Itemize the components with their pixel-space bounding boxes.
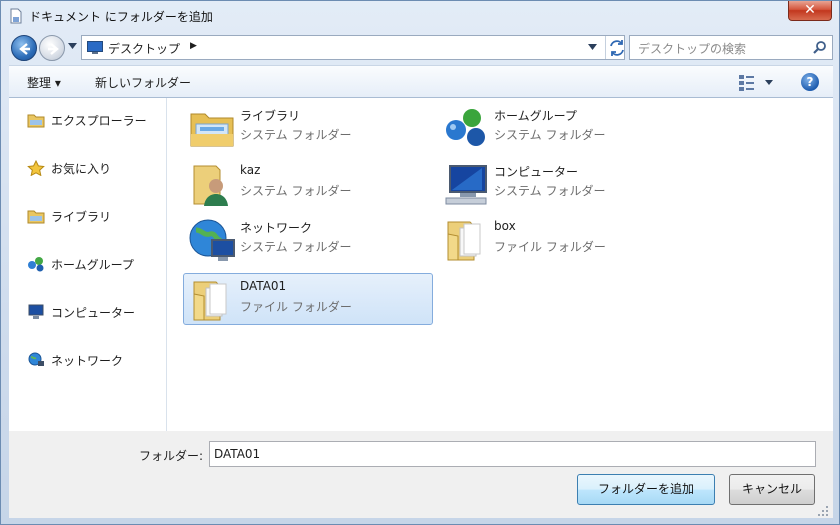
- content-area: エクスプローラー お気に入り ライブラリ ホームグループ コンピューター ネット…: [9, 98, 833, 431]
- file-name: ネットワーク: [240, 221, 313, 235]
- navigation-bar: デスクトップ ▶ デスクトップの検索: [7, 34, 833, 61]
- sidebar-item-label: ホームグループ: [51, 257, 134, 272]
- help-button[interactable]: ?: [801, 73, 819, 91]
- folder-icon: [193, 281, 227, 321]
- file-type: システム フォルダー: [240, 128, 352, 142]
- sidebar-item-favorites[interactable]: お気に入り: [27, 157, 111, 179]
- sidebar-item-homegroup[interactable]: ホームグループ: [27, 253, 134, 275]
- file-type: ファイル フォルダー: [494, 240, 606, 254]
- address-bar[interactable]: デスクトップ ▶: [81, 35, 625, 60]
- folder-icon: [447, 221, 481, 261]
- file-name: ライブラリ: [240, 109, 301, 123]
- folder-field-label: フォルダー:: [139, 449, 204, 463]
- file-type: システム フォルダー: [240, 184, 352, 198]
- file-item-kaz[interactable]: kaz システム フォルダー: [183, 157, 433, 209]
- file-item-box[interactable]: box ファイル フォルダー: [437, 213, 687, 265]
- network-icon: [28, 352, 44, 366]
- network-icon: [189, 219, 235, 261]
- address-dropdown-icon[interactable]: [588, 44, 597, 50]
- file-list: ライブラリ システム フォルダー ホームグループ システム フォルダー kaz …: [169, 98, 833, 431]
- history-dropdown-icon[interactable]: [68, 43, 77, 49]
- organize-button[interactable]: 整理 ▾: [27, 74, 61, 91]
- forward-button[interactable]: [39, 35, 65, 61]
- bottom-panel: フォルダー: フォルダーを追加 キャンセル: [9, 431, 833, 518]
- file-name: DATA01: [240, 279, 287, 293]
- view-list-icon: [739, 75, 773, 91]
- close-button[interactable]: ✕: [788, 1, 832, 21]
- add-folder-dialog: ドキュメント にフォルダーを追加 ✕ デスクトップ ▶ デスクトップの検索 整理…: [0, 0, 840, 525]
- sidebar-item-libraries[interactable]: ライブラリ: [27, 205, 111, 227]
- desktop-icon: [87, 41, 103, 54]
- back-button[interactable]: [11, 35, 37, 61]
- search-icon[interactable]: [812, 40, 827, 55]
- file-name: ホームグループ: [494, 109, 577, 123]
- homegroup-icon: [28, 257, 44, 272]
- back-arrow-icon: [19, 43, 30, 55]
- refresh-button[interactable]: [605, 36, 625, 59]
- file-type: システム フォルダー: [494, 128, 606, 142]
- folder-name-field[interactable]: [209, 441, 816, 467]
- sidebar-item-explorer[interactable]: エクスプローラー: [27, 109, 147, 131]
- sidebar-item-label: コンピューター: [51, 305, 136, 320]
- file-item-computer[interactable]: コンピューター システム フォルダー: [437, 157, 687, 209]
- close-icon: ✕: [804, 2, 816, 18]
- app-icon: [10, 8, 22, 24]
- window-title: ドキュメント にフォルダーを追加: [29, 10, 213, 24]
- sidebar-item-label: エクスプローラー: [51, 113, 147, 128]
- file-type: システム フォルダー: [240, 240, 352, 254]
- file-item-homegroup[interactable]: ホームグループ システム フォルダー: [437, 101, 687, 153]
- library-folder-icon: [190, 113, 234, 147]
- forward-arrow-icon: [48, 43, 59, 55]
- file-item-libraries[interactable]: ライブラリ システム フォルダー: [183, 101, 433, 153]
- toolbar: 整理 ▾ 新しいフォルダー ?: [9, 65, 833, 98]
- help-icon: ?: [806, 75, 814, 89]
- sidebar-item-label: ライブラリ: [51, 209, 112, 224]
- sidebar-item-label: ネットワーク: [51, 353, 124, 368]
- search-input[interactable]: デスクトップの検索: [629, 35, 833, 60]
- breadcrumb-chevron-icon[interactable]: ▶: [190, 41, 197, 51]
- add-folder-button[interactable]: フォルダーを追加: [577, 474, 715, 505]
- sidebar-item-label: お気に入り: [51, 161, 112, 176]
- library-icon: [27, 210, 45, 224]
- homegroup-icon: [446, 109, 485, 146]
- address-text: デスクトップ: [108, 42, 181, 56]
- star-icon: [27, 160, 45, 176]
- computer-icon: [445, 165, 487, 205]
- resize-grip-icon[interactable]: [817, 505, 829, 517]
- file-item-network[interactable]: ネットワーク システム フォルダー: [183, 213, 433, 265]
- title-bar: ドキュメント にフォルダーを追加 ✕: [1, 1, 839, 31]
- search-placeholder: デスクトップの検索: [638, 42, 747, 56]
- file-type: ファイル フォルダー: [240, 300, 352, 314]
- new-folder-button[interactable]: 新しいフォルダー: [95, 74, 191, 91]
- sidebar-item-computer[interactable]: コンピューター: [27, 301, 135, 323]
- file-name: kaz: [240, 163, 261, 177]
- user-folder-icon: [193, 165, 228, 206]
- cancel-button[interactable]: キャンセル: [729, 474, 815, 505]
- library-folder-icon: [27, 114, 45, 128]
- file-name: box: [494, 219, 516, 233]
- file-name: コンピューター: [494, 165, 579, 179]
- file-type: システム フォルダー: [494, 184, 606, 198]
- sidebar-item-network[interactable]: ネットワーク: [27, 349, 123, 371]
- file-item-data01[interactable]: DATA01 ファイル フォルダー: [183, 273, 433, 325]
- view-options-button[interactable]: [737, 72, 777, 92]
- computer-icon: [28, 304, 44, 319]
- refresh-icon: [610, 40, 624, 56]
- navigation-pane: エクスプローラー お気に入り ライブラリ ホームグループ コンピューター ネット…: [9, 98, 167, 431]
